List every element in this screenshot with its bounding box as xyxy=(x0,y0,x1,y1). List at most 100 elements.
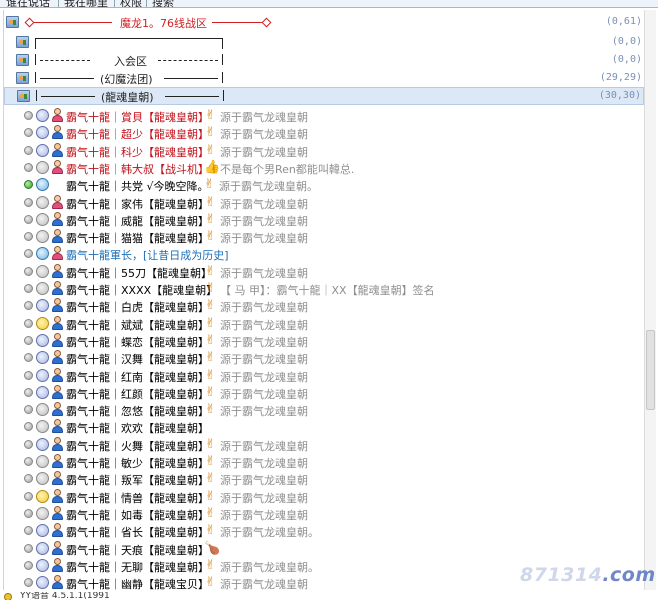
member-row[interactable]: 霸气十龍｜蝶恋【龍魂皇朝】 ✌ 源于霸气龙魂皇朝 xyxy=(4,332,644,349)
member-badge-icon: ✌ xyxy=(205,229,216,245)
member-signature: 源于霸气龙魂皇朝 xyxy=(220,301,308,315)
channel-row-phantom-legion[interactable]: (幻魔法团) (29,29) xyxy=(4,70,644,87)
moon-state-icon xyxy=(36,368,49,382)
member-row[interactable]: 霸气十龍｜共党 √今晚空降。 ✌ 源于霸气龙魂皇朝。 xyxy=(4,176,644,193)
watermark: 871314.com xyxy=(520,564,656,586)
member-signature: 源于霸气龙魂皇朝 xyxy=(220,318,308,332)
member-signature: 源于霸气龙魂皇朝 xyxy=(220,145,308,159)
avatar-body xyxy=(52,564,63,572)
member-row[interactable]: 霸气十龍｜韩大叔【战斗机】 👍 不是每个男Ren都能叫韓总. xyxy=(4,159,644,176)
member-row[interactable]: 霸气十龍｜火舞【龍魂皇朝】 ✌ 源于霸气龙魂皇朝 xyxy=(4,436,644,453)
avatar-body xyxy=(52,132,63,140)
member-row[interactable]: 霸气十龍｜超少【龍魂皇朝】 ✌ 源于霸气龙魂皇朝 xyxy=(4,124,644,141)
member-badge-icon: ✌ xyxy=(205,471,216,487)
avatar-body xyxy=(52,201,63,209)
member-row[interactable]: 霸气十龍｜威龍【龍魂皇朝】 ✌ 源于霸气龙魂皇朝 xyxy=(4,211,644,228)
sleep-state-icon xyxy=(36,403,49,417)
channel-row-main-zone[interactable]: 魔龙1。76线战区 (0,61) xyxy=(4,14,644,31)
member-badge-icon: ✌ xyxy=(205,108,216,123)
member-badge-icon: ✌ xyxy=(205,332,216,348)
member-signature: 源于霸气龙魂皇朝 xyxy=(220,370,308,384)
status-dot-icon xyxy=(24,318,33,328)
vertical-scrollbar[interactable] xyxy=(644,10,656,590)
member-row[interactable]: 霸气十龍｜汉舞【龍魂皇朝】 ✌ 源于霸气龙魂皇朝 xyxy=(4,349,644,366)
male-avatar-icon xyxy=(51,298,64,313)
female-avatar-icon xyxy=(51,246,64,261)
divider-line xyxy=(40,78,94,79)
member-row[interactable]: 霸气十龍｜斌斌【龍魂皇朝】 ✌ 源于霸气龙魂皇朝 xyxy=(4,315,644,332)
member-name: 霸气十龍｜賞貝【龍魂皇朝】 xyxy=(66,111,209,124)
member-row[interactable]: 霸气十龍｜红南【龍魂皇朝】 ✌ 源于霸气龙魂皇朝 xyxy=(4,367,644,384)
status-dot-icon xyxy=(24,370,33,380)
avatar-head xyxy=(54,419,61,427)
member-signature: 源于霸气龙魂皇朝 xyxy=(220,578,308,592)
avatar-head xyxy=(54,505,61,513)
avatar-body xyxy=(52,339,63,347)
male-avatar-icon xyxy=(51,211,64,227)
member-signature: 源于霸气龙魂皇朝 xyxy=(220,387,308,401)
male-avatar-icon xyxy=(51,471,64,486)
male-avatar-icon xyxy=(51,488,64,504)
avatar-body xyxy=(52,270,63,278)
member-row[interactable]: 霸气十龍｜敏少【龍魂皇朝】 ✌ 源于霸气龙魂皇朝 xyxy=(4,453,644,470)
member-badge-icon: ✌ xyxy=(205,263,216,279)
member-row[interactable]: 霸气十龍｜55刀【龍魂皇朝】 ✌ 源于霸气龙魂皇朝 xyxy=(4,263,644,280)
channel-row-entry-area[interactable]: 入会区 (0,0) xyxy=(4,52,644,69)
avatar-head xyxy=(54,263,61,271)
status-dot-icon xyxy=(24,508,33,518)
divider-line xyxy=(35,38,223,39)
avatar-body xyxy=(52,166,63,174)
avatar-body xyxy=(52,478,63,486)
avatar-body xyxy=(52,288,63,295)
channel-row-dragon-soul-dynasty[interactable]: (龍魂皇朝) (30,30) xyxy=(4,87,644,105)
channel-row-bracket[interactable]: (0,0) xyxy=(4,34,644,51)
channel-title: 魔龙1。76线战区 xyxy=(120,17,207,30)
status-dot-icon xyxy=(24,214,33,224)
status-dot-icon xyxy=(24,578,33,588)
avatar-head xyxy=(54,125,61,133)
member-row[interactable]: 霸气十龍｜白虎【龍魂皇朝】 ✌ 源于霸气龙魂皇朝 xyxy=(4,297,644,314)
member-signature: 源于霸气龙魂皇朝 xyxy=(220,457,308,470)
tab-who-is-talking[interactable]: 谁在说话 xyxy=(6,0,50,7)
blue-state-icon xyxy=(36,247,49,261)
member-signature: 源于霸气龙魂皇朝 xyxy=(220,335,308,349)
member-row[interactable]: 霸气十龍｜红颜【龍魂皇朝】 ✌ 源于霸气龙魂皇朝 xyxy=(4,384,644,401)
tab-permissions[interactable]: 权限 xyxy=(120,0,142,7)
member-row[interactable]: 霸气十龍｜情兽【龍魂皇朝】 ✌ 源于霸气龙魂皇朝 xyxy=(4,488,644,505)
member-row[interactable]: 霸气十龍｜叛军【龍魂皇朝】 ✌ 源于霸气龙魂皇朝 xyxy=(4,470,644,487)
bracket-left xyxy=(35,38,36,49)
member-signature: 源于霸气龙魂皇朝 xyxy=(220,353,308,367)
member-name: 霸气十龍｜忽悠【龍魂皇朝】 xyxy=(66,405,209,419)
female-avatar-icon xyxy=(51,194,64,210)
member-row[interactable]: 霸气十龍｜忽悠【龍魂皇朝】 ✌ 源于霸气龙魂皇朝 xyxy=(4,401,644,418)
member-signature: 源于霸气龙魂皇朝 xyxy=(220,405,308,419)
tab-search[interactable]: 搜索 xyxy=(152,0,174,7)
tab-where-am-i[interactable]: 我在哪里 xyxy=(64,0,108,7)
member-row[interactable]: 霸气十龍｜省长【龍魂皇朝】 ✌ 源于霸气龙魂皇朝。 xyxy=(4,522,644,539)
member-row[interactable]: 霸气十龍｜XXXX【龍魂皇朝】 ✌ 【 马 甲】：霸气十龍｜XX【龍魂皇朝】签名 xyxy=(4,280,644,297)
member-badge-icon: ✌ xyxy=(204,177,215,193)
member-row[interactable]: 霸气十龍｜賞貝【龍魂皇朝】 ✌ 源于霸气龙魂皇朝 xyxy=(4,107,644,124)
avatar-head xyxy=(54,540,61,548)
member-row[interactable]: 霸气十龍｜如毒【龍魂皇朝】 ✌ 源于霸气龙魂皇朝 xyxy=(4,505,644,522)
member-badge-icon: ✌ xyxy=(205,350,216,366)
member-row[interactable]: 霸气十龍｜猫猫【龍魂皇朝】 ✌ 源于霸气龙魂皇朝 xyxy=(4,228,644,245)
avatar-body xyxy=(52,530,63,538)
avatar-body xyxy=(52,357,63,365)
member-row[interactable]: 霸气十龍｜科少【龍魂皇朝】 ✌ 源于霸气龙魂皇朝 xyxy=(4,142,644,159)
status-dot-icon xyxy=(24,162,33,172)
male-avatar-icon xyxy=(51,575,64,590)
avatar-head xyxy=(54,108,61,115)
bracket-right xyxy=(222,38,223,49)
member-row[interactable]: 霸气十龍軍长，[让昔日成为历史] xyxy=(4,245,644,262)
scrollbar-thumb[interactable] xyxy=(646,330,655,410)
member-row[interactable]: 霸气十龍｜家伟【龍魂皇朝】 ✌ 源于霸气龙魂皇朝 xyxy=(4,194,644,211)
male-avatar-icon xyxy=(51,557,64,573)
status-dot-icon xyxy=(24,560,33,570)
member-row[interactable]: 霸气十龍｜天痕【龍魂皇朝】 🍗 xyxy=(4,540,644,557)
user-count: (0,0) xyxy=(611,54,642,65)
moon-state-icon xyxy=(36,299,49,313)
member-row[interactable]: 霸气十龍｜欢欢【龍魂皇朝】 xyxy=(4,418,644,435)
member-signature: 源于霸气龙魂皇朝。 xyxy=(220,526,319,540)
sleep-state-icon xyxy=(36,212,49,226)
